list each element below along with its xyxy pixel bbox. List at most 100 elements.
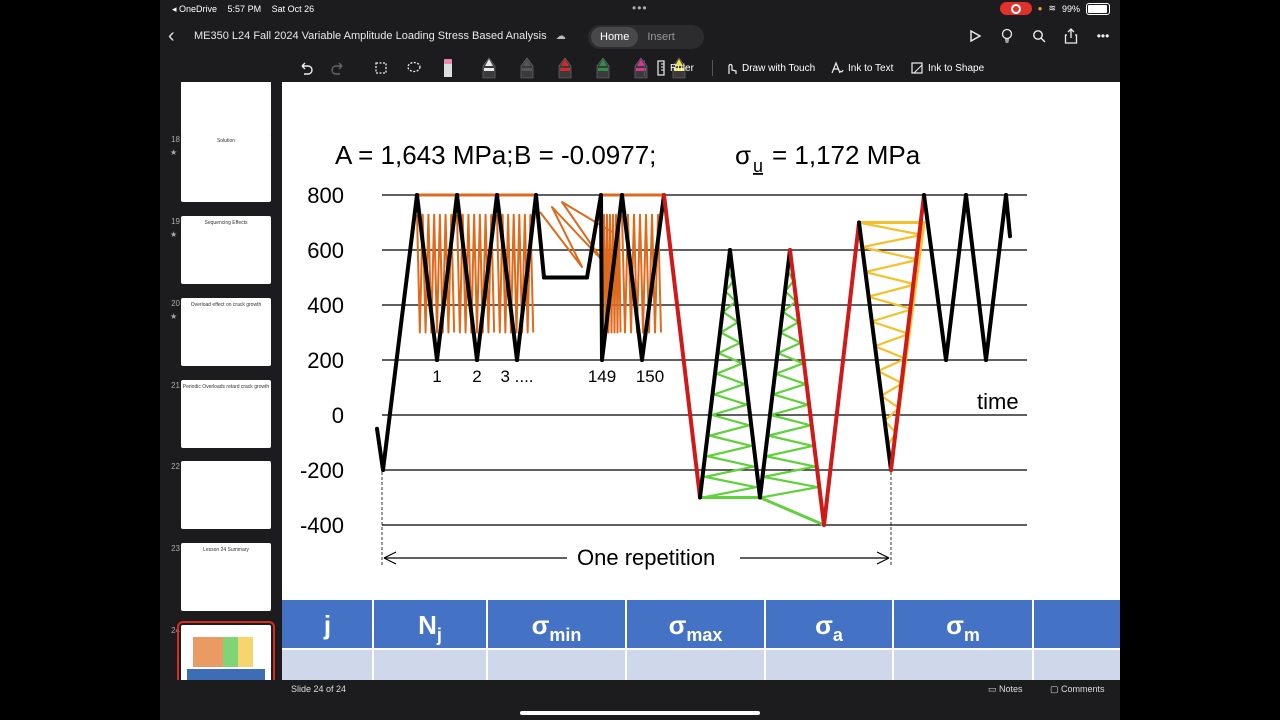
ink-to-text-button[interactable]: Ink to Text <box>830 58 893 78</box>
slide-content: A = 1,643 MPa; B = -0.0977; σ u = 1,172 … <box>282 140 1120 680</box>
document-title-text: ME350 L24 Fall 2024 Variable Amplitude L… <box>194 30 547 42</box>
ruler-label: Ruler <box>670 62 694 74</box>
battery-percent: 99% <box>1061 3 1080 14</box>
y-tick-label: -200 <box>300 458 344 483</box>
notes-button[interactable]: ▭ Notes <box>988 684 1023 695</box>
y-tick-label: 400 <box>307 293 344 318</box>
star-icon: ★ <box>170 312 178 321</box>
multitask-dots-icon[interactable]: ••• <box>632 1 648 15</box>
title-bar: ‹ ME350 L24 Fall 2024 Variable Amplitude… <box>160 20 1120 54</box>
redo-icon[interactable] <box>330 58 350 78</box>
equation-b: B = -0.0977; <box>514 140 656 170</box>
home-indicator[interactable] <box>520 711 760 715</box>
search-icon[interactable] <box>1030 27 1048 45</box>
star-icon: ★ <box>170 230 178 239</box>
thumbnail-number: 18 <box>171 135 180 144</box>
equation-sigma: σ <box>735 140 751 170</box>
status-time: 5:57 PM <box>227 4 262 14</box>
play-icon[interactable] <box>966 27 984 45</box>
lightbulb-icon[interactable] <box>998 27 1016 45</box>
cycle-labels: 1 2 3 .... 149 150 <box>432 367 664 386</box>
draw-with-touch-label: Draw with Touch <box>742 62 816 74</box>
slide-thumbnail-panel[interactable]: 18 ★ Solution 19 ★ Sequencing Effects 20 ★ Overl… <box>160 82 282 680</box>
ios-status-bar: ◂ OneDrive 5:57 PM Sat Oct 26 ••• ● ≋ 99… <box>160 0 1120 18</box>
y-tick-label: -400 <box>300 513 344 538</box>
cycle-label: 3 .... <box>500 367 533 386</box>
ink-stroke <box>858 221 923 471</box>
thumbnail-image: Sequencing Effects <box>181 216 271 284</box>
thumbnail-mini-chart <box>193 637 253 667</box>
series-segment <box>944 193 968 362</box>
screen-record-icon[interactable] <box>999 2 1032 15</box>
pen-5-icon[interactable] <box>624 56 658 80</box>
comments-button[interactable]: ▢ Comments <box>1050 684 1105 695</box>
eraser-icon[interactable] <box>442 58 458 78</box>
ink-to-shape-label: Ink to Shape <box>928 62 985 74</box>
cycle-label: 1 <box>432 367 441 386</box>
table-header-cell: j <box>323 610 331 640</box>
ink-stroke <box>761 249 819 499</box>
lasso-icon[interactable] <box>406 58 426 78</box>
slide-canvas[interactable]: A = 1,643 MPa; B = -0.0977; σ u = 1,172 … <box>282 82 1120 680</box>
series-segment <box>822 220 861 527</box>
thumbnail-image <box>181 461 271 529</box>
equation-a: A = 1,643 MPa; <box>335 140 514 170</box>
equation-su: = 1,172 MPa <box>772 140 921 170</box>
cloud-sync-icon: ☁ <box>555 31 566 42</box>
table-row <box>282 650 1120 680</box>
y-tick-label: 0 <box>332 403 344 428</box>
thumbnail-image <box>177 621 275 680</box>
notes-icon: ▭ <box>988 684 1000 694</box>
comments-icon: ▢ <box>1050 684 1062 694</box>
undo-icon[interactable] <box>298 58 318 78</box>
series-segment <box>984 193 1008 362</box>
thumbnail-image: Solution <box>181 134 271 202</box>
series-segment <box>728 248 762 500</box>
thumbnail-image: Lesson 24 Summary <box>181 543 271 611</box>
bottom-bar: Slide 24 of 24 ▭ Notes ▢ Comments <box>160 680 1120 700</box>
share-icon[interactable] <box>1062 27 1080 45</box>
cycle-label: 2 <box>472 367 481 386</box>
ink-stroke <box>702 249 757 499</box>
title-actions: ••• <box>966 27 1112 45</box>
thumbnail-number: 24 <box>171 626 180 635</box>
thumbnail-number: 21 <box>171 381 180 390</box>
results-table: j Nj σmin σmax σa σm <box>282 600 1120 680</box>
thumbnail-image: Periodic Overloads retard crack growth <box>181 380 271 448</box>
series-segment <box>889 193 926 472</box>
one-repetition-label: One repetition <box>577 545 715 570</box>
thumbnail-image <box>181 82 271 136</box>
series-segment <box>662 193 702 500</box>
back-chevron-icon[interactable]: ‹ <box>168 26 184 46</box>
series-segment <box>534 193 546 280</box>
series-segment <box>922 193 948 362</box>
y-tick-label: 800 <box>307 183 344 208</box>
status-date: Sat Oct 26 <box>271 4 315 14</box>
y-tick-label: 600 <box>307 238 344 263</box>
pen-3-icon[interactable] <box>548 56 582 80</box>
ink-to-text-label: Ink to Text <box>848 62 894 74</box>
y-tick-labels: 800 600 400 200 0 -200 -400 <box>300 183 344 538</box>
thumbnail-title: Periodic Overloads retard crack growth <box>182 384 270 390</box>
document-title[interactable]: ME350 L24 Fall 2024 Variable Amplitude L… <box>194 30 566 42</box>
tab-insert[interactable]: Insert <box>638 27 684 47</box>
powerpoint-app: ◂ OneDrive 5:57 PM Sat Oct 26 ••• ● ≋ 99… <box>160 0 1120 720</box>
pen-2-icon[interactable] <box>510 56 544 80</box>
series-segment <box>1004 193 1012 239</box>
pen-1-icon[interactable] <box>472 56 506 80</box>
back-to-onedrive[interactable]: ◂ OneDrive <box>172 4 217 14</box>
location-icon: ● <box>1037 4 1043 13</box>
tab-home[interactable]: Home <box>591 27 639 47</box>
thumbnail-title: Overload effect on crack growth <box>190 302 262 308</box>
battery-icon <box>1086 2 1110 15</box>
thumbnail-image: Overload effect on crack growth <box>181 298 271 366</box>
series-segment <box>857 220 893 472</box>
ink-to-shape-button[interactable]: Ink to Shape <box>910 58 984 78</box>
pen-4-icon[interactable] <box>586 56 620 80</box>
wifi-icon: ≋ <box>1048 3 1056 13</box>
ruler-button[interactable]: Ruler <box>656 58 694 78</box>
more-icon[interactable]: ••• <box>1094 27 1112 45</box>
draw-with-touch-button[interactable]: Draw with Touch <box>724 58 815 78</box>
cycle-label: 150 <box>636 367 664 386</box>
select-rectangle-icon[interactable] <box>374 58 392 78</box>
